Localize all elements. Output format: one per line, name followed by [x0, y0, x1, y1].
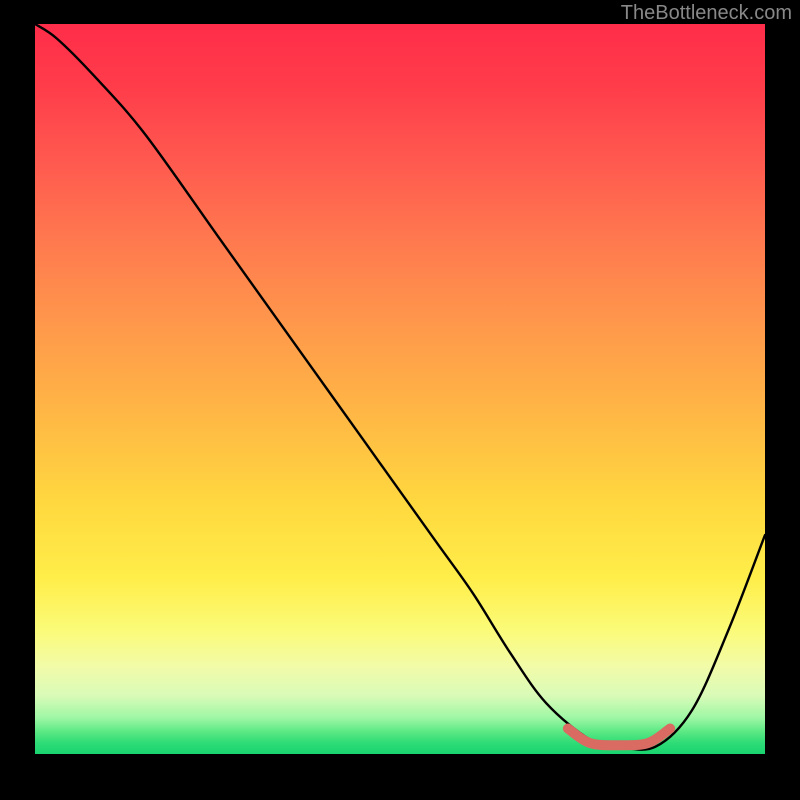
- chart-svg: [35, 24, 765, 754]
- watermark-text: TheBottleneck.com: [621, 2, 792, 25]
- bottleneck-curve: [35, 24, 765, 750]
- optimal-range-marker: [568, 729, 670, 746]
- plot-area: [35, 24, 765, 754]
- chart-frame: TheBottleneck.com: [0, 0, 800, 800]
